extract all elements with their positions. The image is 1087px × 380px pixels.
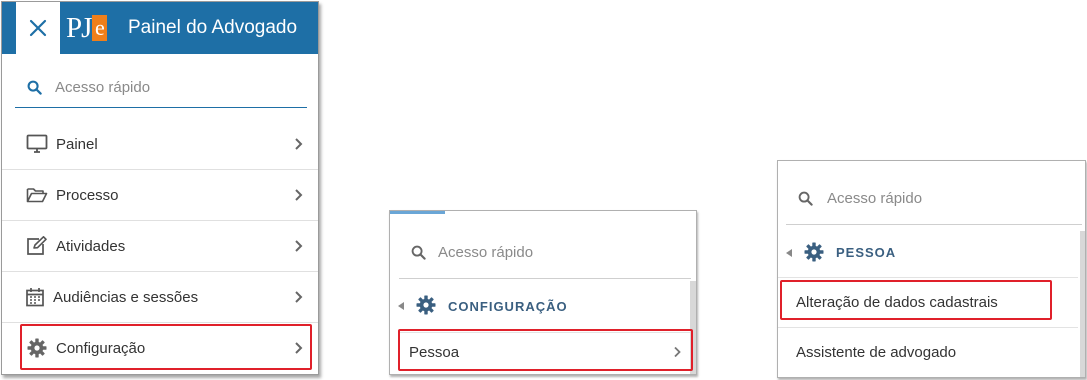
menu-item-atividades[interactable]: Atividades — [2, 221, 318, 272]
panel-accent-bar — [390, 211, 445, 214]
search-placeholder: Acesso rápido — [827, 190, 923, 207]
page-title: Painel do Advogado — [128, 17, 298, 38]
pje-logo: PJ e — [66, 12, 116, 44]
chevron-right-icon — [295, 138, 303, 150]
quick-access-search[interactable]: Acesso rápido — [786, 173, 1082, 225]
menu-item-label: Audiências e sessões — [53, 288, 199, 306]
search-placeholder: Acesso rápido — [55, 79, 151, 96]
highlight-alteracao-dados — [780, 280, 1052, 320]
menu-item-audiencias[interactable]: Audiências e sessões — [2, 272, 318, 323]
menu-item-label: Atividades — [56, 237, 126, 255]
gear-icon — [804, 242, 824, 267]
monitor-icon — [25, 133, 49, 155]
search-icon — [27, 80, 42, 95]
calendar-icon — [23, 286, 47, 308]
search-icon — [798, 191, 813, 206]
highlight-pessoa — [398, 329, 693, 371]
edit-icon — [25, 235, 49, 257]
close-menu-button[interactable] — [16, 2, 60, 54]
section-header-pessoa[interactable]: PESSOA — [778, 228, 1078, 278]
section-header-configuracao[interactable]: CONFIGURAÇÃO — [390, 281, 690, 331]
menu-item-painel[interactable]: Painel — [2, 119, 318, 170]
submenu-pessoa-panel: Acesso rápido PESSOA Alteração de dados … — [777, 160, 1086, 378]
search-placeholder: Acesso rápido — [438, 244, 534, 261]
side-menu-panel: PJ e Painel do Advogado Acesso rápido Pai… — [1, 1, 319, 375]
folder-open-icon — [25, 184, 49, 206]
submenu-configuracao-panel: Acesso rápido CONFIGURAÇÃO Pessoa — [389, 210, 697, 375]
highlight-configuracao — [20, 324, 312, 370]
back-arrow-icon — [786, 249, 792, 257]
chevron-right-icon — [295, 189, 303, 201]
menu-item-label: Painel — [56, 135, 98, 153]
section-title: CONFIGURAÇÃO — [448, 298, 568, 314]
menu-item-label: Assistente de advogado — [796, 344, 957, 361]
menu-header: PJ e Painel do Advogado — [2, 2, 318, 54]
search-icon — [411, 245, 426, 260]
quick-access-search[interactable]: Acesso rápido — [15, 68, 307, 108]
menu-item-processo[interactable]: Processo — [2, 170, 318, 221]
scrollbar[interactable] — [1080, 231, 1085, 377]
menu-item-label: Processo — [56, 186, 119, 204]
quick-access-search[interactable]: Acesso rápido — [399, 227, 691, 279]
back-arrow-icon — [398, 302, 404, 310]
menu-item-assistente-advogado[interactable]: Assistente de advogado — [778, 327, 1078, 377]
chevron-right-icon — [295, 291, 303, 303]
section-title: PESSOA — [836, 245, 897, 260]
gear-icon — [416, 295, 436, 320]
chevron-right-icon — [295, 240, 303, 252]
close-icon — [29, 19, 47, 37]
